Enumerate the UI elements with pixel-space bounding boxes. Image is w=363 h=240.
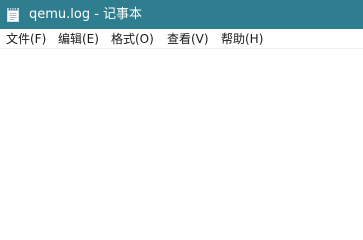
- menu-file[interactable]: 文件(F): [4, 29, 48, 49]
- notepad-window: qemu.log - 记事本 文件(F) 编辑(E) 格式(O) 查看(V) 帮…: [0, 0, 363, 217]
- menu-help[interactable]: 帮助(H): [219, 29, 265, 49]
- menu-format[interactable]: 格式(O): [109, 29, 156, 49]
- menu-view[interactable]: 查看(V): [165, 29, 211, 49]
- menu-edit[interactable]: 编辑(E): [56, 29, 101, 49]
- text-editor-area[interactable]: [0, 49, 363, 217]
- window-title: qemu.log - 记事本: [29, 7, 143, 22]
- menu-bar: 文件(F) 编辑(E) 格式(O) 查看(V) 帮助(H): [0, 29, 363, 49]
- notepad-icon: [7, 7, 19, 22]
- title-bar[interactable]: qemu.log - 记事本: [0, 0, 363, 29]
